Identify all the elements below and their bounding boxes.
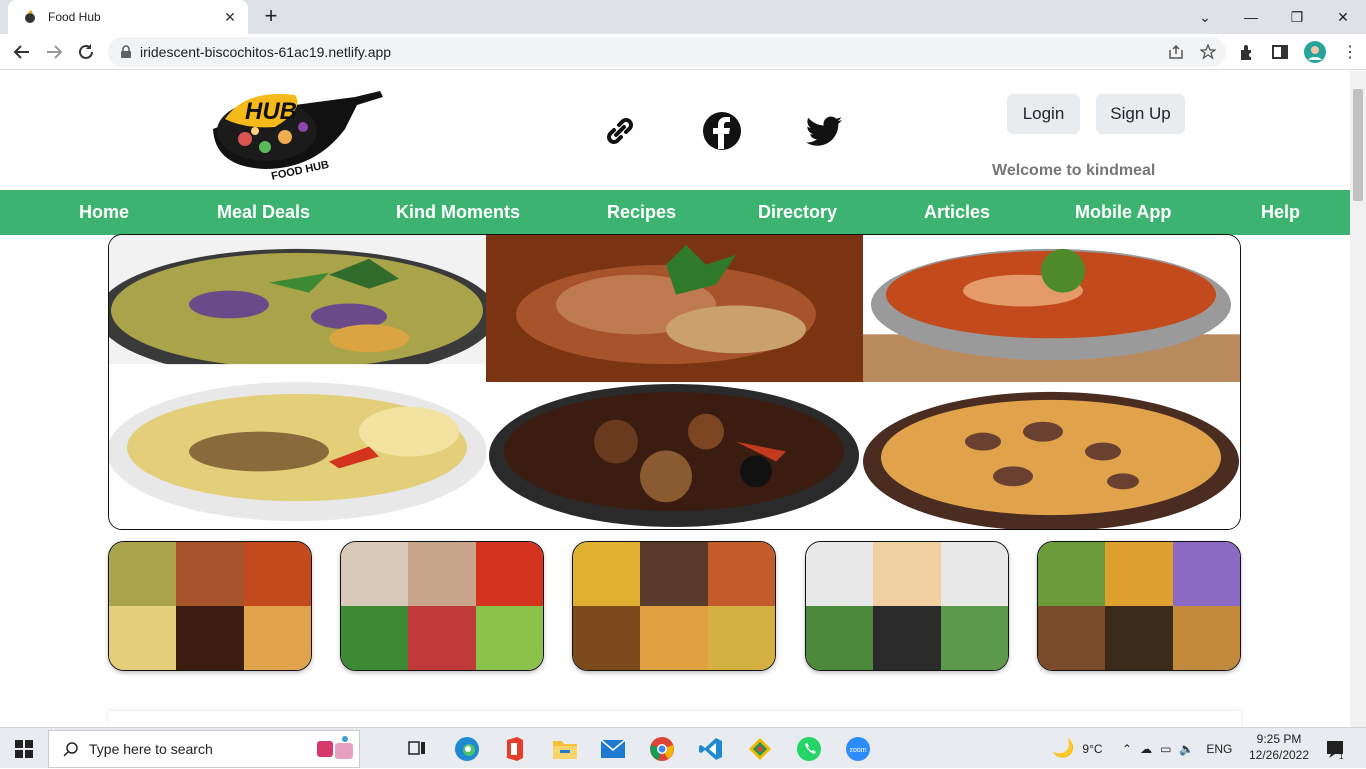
weather-temp[interactable]: 9°C <box>1082 742 1102 756</box>
close-tab-icon[interactable]: ✕ <box>222 9 238 26</box>
weather-moon-icon[interactable]: 🌙 <box>1052 738 1074 759</box>
chrome-icon[interactable] <box>647 734 677 764</box>
forward-button[interactable] <box>41 40 67 64</box>
nav-articles[interactable]: Articles <box>924 202 990 223</box>
volume-icon[interactable]: 🔈 <box>1179 742 1194 756</box>
restore-button[interactable]: ❐ <box>1274 0 1320 34</box>
minimize-button[interactable]: — <box>1228 0 1274 34</box>
nav-help[interactable]: Help <box>1261 202 1300 223</box>
braised-dish-image <box>486 235 863 382</box>
category-cards <box>108 541 1241 671</box>
share-icon[interactable] <box>1168 44 1184 60</box>
soup-image <box>109 382 486 529</box>
file-explorer-icon[interactable] <box>550 734 580 764</box>
zoom-icon[interactable]: zoom <box>843 734 873 764</box>
twitter-icon[interactable] <box>804 111 844 151</box>
nav-recipes[interactable]: Recipes <box>607 202 676 223</box>
login-button[interactable]: Login <box>1007 94 1080 134</box>
nav-mobile-app[interactable]: Mobile App <box>1075 202 1171 223</box>
app-diamond-icon[interactable] <box>745 734 775 764</box>
taskbar-clock[interactable]: 9:25 PM 12/26/2022 <box>1246 731 1312 763</box>
show-hidden-icons-chevron-icon[interactable]: ⌃ <box>1122 742 1132 756</box>
windows-taskbar: Type here to search zoom 🌙 9°C ⌃ ☁ ▭ 🔈 E… <box>0 727 1366 768</box>
svg-text:HUB: HUB <box>245 98 297 125</box>
content-section-top-edge <box>108 711 1241 727</box>
category-card[interactable] <box>1037 541 1241 671</box>
page-scrollbar[interactable] <box>1350 71 1366 727</box>
nav-kind-moments[interactable]: Kind Moments <box>396 202 520 223</box>
system-tray: 🌙 9°C <box>1052 728 1103 769</box>
office-icon[interactable] <box>500 734 530 764</box>
search-icon <box>63 742 78 757</box>
link-icon[interactable] <box>600 111 640 151</box>
lock-icon <box>121 45 131 58</box>
search-highlight-icon <box>317 736 353 759</box>
windows-start-icon[interactable] <box>15 740 33 758</box>
mushroom-pizza-image <box>863 382 1240 529</box>
address-bar[interactable]: iridescent-biscochitos-61ac19.netlify.ap… <box>108 37 1226 67</box>
nav-meal-deals[interactable]: Meal Deals <box>217 202 310 223</box>
browser-menu-icon[interactable]: ⋮ <box>1342 42 1358 62</box>
url-text: iridescent-biscochitos-61ac19.netlify.ap… <box>140 44 392 60</box>
clock-date: 12/26/2022 <box>1248 748 1310 762</box>
search-placeholder: Type here to search <box>89 741 213 757</box>
welcome-text: Welcome to kindmeal <box>992 162 1156 179</box>
extensions-icon[interactable] <box>1238 43 1256 61</box>
main-navbar: Home Meal Deals Kind Moments Recipes Dir… <box>0 190 1350 235</box>
taskbar-search-box[interactable]: Type here to search <box>48 730 360 768</box>
task-view-icon[interactable] <box>402 734 432 764</box>
nav-home[interactable]: Home <box>79 202 129 223</box>
food-hub-favicon-icon <box>25 10 35 23</box>
tray-icons: ⌃ ☁ ▭ 🔈 ENG <box>1122 728 1232 769</box>
reload-button[interactable] <box>73 40 99 64</box>
mapo-tofu-image <box>863 235 1240 382</box>
category-card[interactable] <box>340 541 544 671</box>
svg-text:zoom: zoom <box>849 747 866 754</box>
bookmark-star-icon[interactable] <box>1200 44 1216 60</box>
category-card[interactable] <box>572 541 776 671</box>
facebook-icon[interactable] <box>702 111 742 151</box>
nav-directory[interactable]: Directory <box>758 202 837 223</box>
cloud-icon[interactable]: ☁ <box>1140 742 1152 756</box>
category-card[interactable] <box>805 541 1009 671</box>
tab-title: Food Hub <box>48 10 101 24</box>
profile-avatar[interactable] <box>1304 41 1326 63</box>
food-hub-logo[interactable]: HUB FOOD HUB <box>205 89 385 181</box>
new-tab-button[interactable]: + <box>258 4 284 30</box>
browser-tab[interactable]: Food Hub ✕ <box>8 0 248 34</box>
language-indicator[interactable]: ENG <box>1206 742 1232 756</box>
scrollbar-thumb[interactable] <box>1353 89 1363 201</box>
mushroom-stew-image <box>486 382 863 529</box>
tab-search-icon[interactable]: ⌄ <box>1182 0 1228 34</box>
signup-button[interactable]: Sign Up <box>1096 94 1185 134</box>
svg-text:1: 1 <box>1339 752 1344 759</box>
browser-toolbar: iridescent-biscochitos-61ac19.netlify.ap… <box>0 34 1366 70</box>
back-button[interactable] <box>9 40 35 64</box>
close-window-button[interactable]: ✕ <box>1320 0 1366 34</box>
battery-icon[interactable]: ▭ <box>1160 742 1171 756</box>
side-panel-icon[interactable] <box>1272 44 1288 60</box>
web-page: HUB FOOD HUB Login Sign Up Welcome to ki… <box>0 71 1350 727</box>
edge-icon[interactable] <box>452 734 482 764</box>
browser-tab-strip: Food Hub ✕ + ⌄ — ❐ ✕ <box>0 0 1366 34</box>
whatsapp-icon[interactable] <box>794 734 824 764</box>
vscode-icon[interactable] <box>696 734 726 764</box>
notification-center-icon[interactable]: 1 <box>1325 739 1345 759</box>
hero-food-collage <box>108 234 1241 530</box>
mail-icon[interactable] <box>598 734 628 764</box>
category-card[interactable] <box>108 541 312 671</box>
green-curry-image <box>109 235 486 382</box>
clock-time: 9:25 PM <box>1256 732 1302 746</box>
